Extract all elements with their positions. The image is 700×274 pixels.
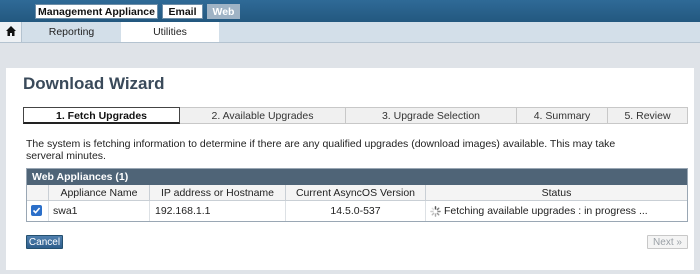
tab-management-appliance[interactable]: Management Appliance bbox=[35, 4, 158, 19]
appliance-name: swa1 bbox=[49, 201, 150, 221]
nav-bar: Reporting Utilities bbox=[0, 22, 700, 43]
main-panel: Download Wizard 1. Fetch Upgrades 2. Ava… bbox=[6, 68, 694, 270]
table-row: swa1 192.168.1.1 14.5.0-537 Fetching ava… bbox=[27, 201, 687, 221]
home-button[interactable] bbox=[0, 22, 22, 42]
cancel-button[interactable]: Cancel bbox=[26, 235, 63, 249]
appliance-ip: 192.168.1.1 bbox=[150, 201, 286, 221]
row-select-cell bbox=[27, 201, 49, 221]
tab-web[interactable]: Web bbox=[207, 4, 240, 19]
home-icon bbox=[6, 26, 16, 36]
step-review: 5. Review bbox=[608, 107, 688, 124]
tab-email[interactable]: Email bbox=[162, 4, 203, 19]
status-text: Fetching available upgrades : in progres… bbox=[444, 205, 648, 217]
step-upgrade-selection: 3. Upgrade Selection bbox=[346, 107, 517, 124]
step-fetch-upgrades: 1. Fetch Upgrades bbox=[23, 107, 180, 124]
nav-item-utilities[interactable]: Utilities bbox=[121, 22, 219, 42]
column-header-ip: IP address or Hostname bbox=[150, 185, 286, 201]
table-header-row: Appliance Name IP address or Hostname Cu… bbox=[27, 185, 687, 201]
appliance-status: Fetching available upgrades : in progres… bbox=[426, 201, 687, 221]
column-header-name: Appliance Name bbox=[49, 185, 150, 201]
product-bar: Management Appliance Email Web bbox=[0, 0, 700, 22]
spinner-icon bbox=[430, 205, 441, 217]
wizard-steps: 1. Fetch Upgrades 2. Available Upgrades … bbox=[23, 107, 688, 124]
checkmark-icon bbox=[32, 207, 41, 214]
table-title: Web Appliances (1) bbox=[27, 169, 687, 185]
next-button[interactable]: Next » bbox=[647, 235, 688, 249]
column-header-status: Status bbox=[426, 185, 687, 201]
appliance-version: 14.5.0-537 bbox=[286, 201, 426, 221]
column-header-select bbox=[27, 185, 49, 201]
appliances-table: Web Appliances (1) Appliance Name IP add… bbox=[26, 168, 688, 222]
page-title: Download Wizard bbox=[23, 74, 165, 93]
step-summary: 4. Summary bbox=[517, 107, 608, 124]
appliance-checkbox[interactable] bbox=[31, 205, 42, 216]
column-header-version: Current AsyncOS Version bbox=[286, 185, 426, 201]
nav-item-reporting[interactable]: Reporting bbox=[22, 22, 121, 42]
info-text: The system is fetching information to de… bbox=[26, 138, 616, 162]
step-available-upgrades: 2. Available Upgrades bbox=[180, 107, 346, 124]
